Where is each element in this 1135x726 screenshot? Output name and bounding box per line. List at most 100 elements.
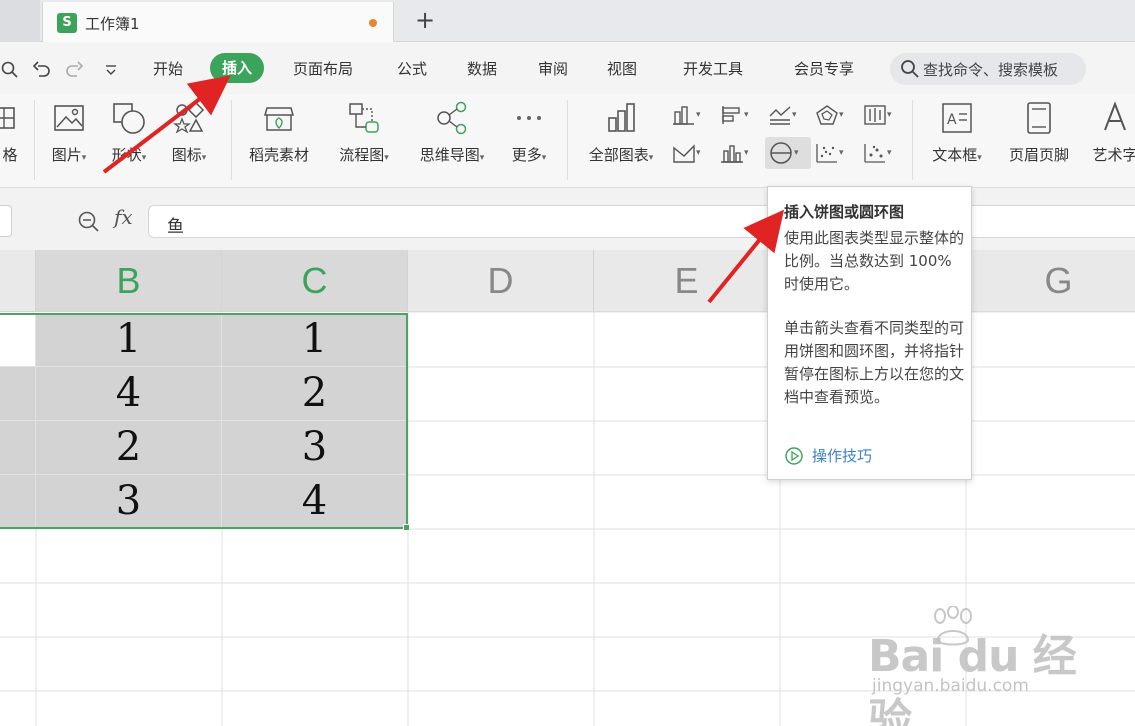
all-charts-icon <box>608 103 635 132</box>
pie-chart-button[interactable]: ▾ <box>765 137 811 169</box>
title-bar-left-strip <box>0 0 40 42</box>
column-chart-button[interactable]: ▾ <box>672 102 701 128</box>
bubble-chart-icon <box>864 144 885 163</box>
flowchart-button[interactable]: 流程图▾ <box>330 100 398 165</box>
column-chart-icon <box>673 106 694 125</box>
tooltip-instructions: 单击箭头查看不同类型的可用饼图和圆环图，并将指针暂停在图标上方以在您的文档中查看… <box>784 319 965 406</box>
icon-label: 图标 <box>171 146 202 164</box>
tooltip-description: 使用此图表类型显示整体的比例。当总数达到 100% 时使用它。 <box>784 229 965 293</box>
icon-button[interactable]: 图标▾ <box>164 100 214 165</box>
title-bar: S 工作簿1 + <box>0 0 1135 42</box>
picture-icon <box>54 105 84 131</box>
svg-text:A: A <box>947 112 957 128</box>
store-icon <box>264 107 294 131</box>
tips-link[interactable]: 操作技巧 <box>784 445 872 466</box>
bar-chart-icon <box>722 106 740 124</box>
daoke-material-button[interactable]: 稻壳素材 <box>242 100 316 165</box>
menu-formulas[interactable]: 公式 <box>397 58 427 79</box>
table-icon <box>0 107 15 129</box>
art-text-label: 艺术字 <box>1092 146 1135 164</box>
spreadsheet-app-icon: S <box>57 13 77 33</box>
formula-value: 鱼 <box>167 217 184 237</box>
pie-chart-icon <box>770 142 792 164</box>
flowchart-icon <box>349 103 379 133</box>
area-chart-button[interactable]: ▾ <box>672 140 701 166</box>
menu-page-layout[interactable]: 页面布局 <box>293 58 353 79</box>
textbox-label: 文本框 <box>932 146 978 164</box>
watermark-brand: Bai du 经验 <box>868 631 1077 726</box>
print-preview-icon[interactable] <box>0 60 20 80</box>
shape-label: 形状 <box>111 146 142 164</box>
menu-review[interactable]: 审阅 <box>538 58 568 79</box>
combo-chart-button[interactable]: ▾ <box>720 140 749 166</box>
textbox-button[interactable]: A 文本框▾ <box>920 100 994 165</box>
shape-icon <box>113 103 145 134</box>
mindmap-label: 思维导图 <box>419 146 480 164</box>
table-label: 格 <box>2 146 18 164</box>
line-chart-button[interactable]: ▾ <box>768 102 797 128</box>
ribbon-separator <box>231 100 232 180</box>
stock-chart-icon <box>864 105 886 125</box>
flowchart-label: 流程图 <box>339 146 385 164</box>
command-search-box[interactable]: 查找命令、搜索模板 <box>890 53 1086 85</box>
stock-chart-button[interactable]: ▾ <box>863 102 892 128</box>
document-name: 工作簿1 <box>85 15 140 33</box>
header-footer-button[interactable]: 页眉页脚 <box>1003 100 1075 165</box>
search-placeholder: 查找命令、搜索模板 <box>923 61 1059 79</box>
textbox-icon: A <box>942 103 972 133</box>
scatter-chart-button[interactable]: ▾ <box>815 140 844 166</box>
ribbon-separator <box>567 100 568 180</box>
art-text-button[interactable]: 艺术字 <box>1085 100 1135 165</box>
formula-input[interactable]: 鱼 <box>148 205 1135 238</box>
art-text-icon <box>1104 101 1126 131</box>
menu-developer[interactable]: 开发工具 <box>683 58 743 79</box>
bubble-chart-button[interactable]: ▾ <box>863 140 892 166</box>
mindmap-icon <box>437 101 467 135</box>
name-box[interactable] <box>0 205 12 237</box>
unsaved-dot-icon <box>369 19 377 27</box>
play-circle-icon <box>785 446 803 465</box>
radar-chart-icon <box>816 105 838 125</box>
watermark-url: jingyan.baidu.com <box>872 676 1029 696</box>
ribbon-separator <box>34 100 35 180</box>
table-button[interactable]: 格 <box>0 100 32 165</box>
all-charts-button[interactable]: 全部图表▾ <box>578 100 664 165</box>
search-icon <box>901 60 919 78</box>
all-charts-label: 全部图表 <box>588 146 649 164</box>
icon-library-icon <box>173 101 205 134</box>
pie-chart-tooltip: 插入饼图或圆环图 使用此图表类型显示整体的比例。当总数达到 100% 时使用它。… <box>767 186 972 480</box>
zoom-formula-icon[interactable] <box>77 210 101 234</box>
menu-member[interactable]: 会员专享 <box>794 58 854 79</box>
undo-icon[interactable] <box>32 60 52 80</box>
more-label: 更多 <box>511 146 542 164</box>
redo-icon[interactable] <box>64 60 84 80</box>
menu-start[interactable]: 开始 <box>153 58 183 79</box>
ribbon-separator <box>912 100 913 180</box>
header-footer-icon <box>1027 102 1051 134</box>
more-button[interactable]: 更多▾ <box>504 100 554 165</box>
mindmap-button[interactable]: 思维导图▾ <box>410 100 494 165</box>
tips-link-label: 操作技巧 <box>812 447 873 465</box>
fill-handle[interactable] <box>403 524 410 531</box>
area-chart-icon <box>673 144 695 163</box>
insert-function-icon[interactable]: fx <box>114 205 133 229</box>
scatter-chart-icon <box>816 144 837 163</box>
customize-quick-access-icon[interactable] <box>103 62 119 78</box>
daoke-material-label: 稻壳素材 <box>248 146 309 164</box>
header-footer-label: 页眉页脚 <box>1008 146 1069 164</box>
combo-chart-icon <box>721 145 743 163</box>
menu-data[interactable]: 数据 <box>467 58 497 79</box>
radar-chart-button[interactable]: ▾ <box>815 102 844 128</box>
menu-insert[interactable]: 插入 <box>210 53 265 83</box>
picture-button[interactable]: 图片▾ <box>44 100 94 165</box>
tooltip-title: 插入饼图或圆环图 <box>784 203 905 221</box>
picture-label: 图片 <box>51 146 82 164</box>
shape-button[interactable]: 形状▾ <box>104 100 154 165</box>
more-dots-icon <box>517 116 541 120</box>
new-tab-button[interactable]: + <box>415 6 435 34</box>
bar-chart-button[interactable]: ▾ <box>720 102 749 128</box>
line-chart-icon <box>769 106 791 125</box>
baidu-watermark: Bai du 经验 jingyan.baidu.com <box>868 606 1088 726</box>
document-tab[interactable]: S 工作簿1 <box>42 2 394 42</box>
menu-view[interactable]: 视图 <box>607 58 637 79</box>
